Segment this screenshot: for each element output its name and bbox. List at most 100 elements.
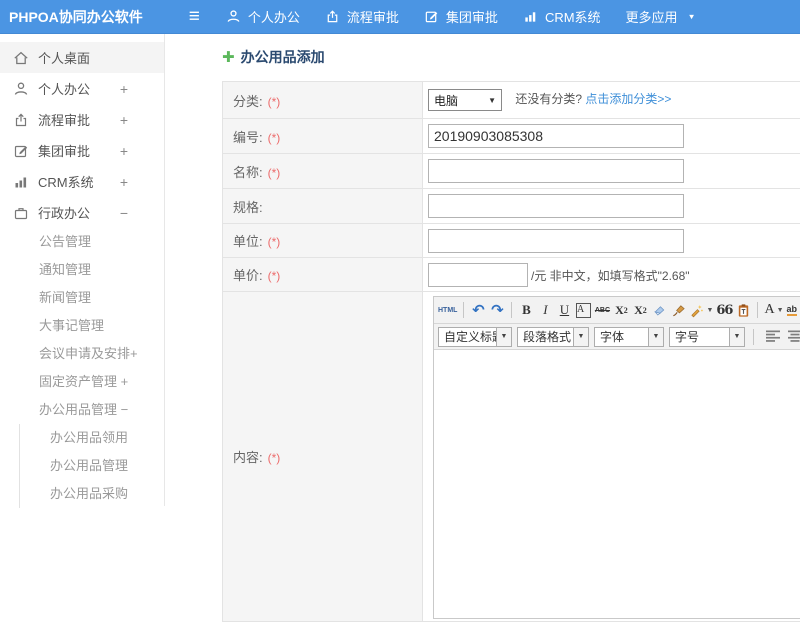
sidebar-subitem-supplies-manage[interactable]: 办公用品管理 xyxy=(20,452,164,480)
bar-chart-icon xyxy=(13,174,29,190)
form-table: 分类:(*) 电脑 ▼ 还没有分类? 点击添加分类>> 编号:(*) xyxy=(222,81,800,622)
unit-input[interactable] xyxy=(428,229,684,253)
sidebar-item-label: 流程审批 xyxy=(38,110,90,129)
price-suffix: /元 非中文，如填写格式"2.68" xyxy=(531,269,690,283)
editor-content-area[interactable] xyxy=(434,350,800,618)
field-label: 分类: xyxy=(233,94,263,109)
paste-as-text-icon[interactable] xyxy=(735,300,751,320)
collapse-minus-icon[interactable]: − xyxy=(120,205,128,221)
form-row-name: 名称:(*) xyxy=(223,154,800,189)
editor-toolbar-row1: HTML ↶ ↷ B I U A ABC X2 X2 xyxy=(434,297,800,324)
office-supplies-submenu: 办公用品领用 办公用品管理 办公用品采购 xyxy=(19,424,164,508)
field-label: 编号: xyxy=(233,130,263,145)
sidebar-item-crm[interactable]: CRM系统 + xyxy=(0,166,164,197)
italic-button[interactable]: I xyxy=(537,300,553,320)
name-input[interactable] xyxy=(428,159,684,183)
top-navbar: PHPOA协同办公软件 ≡ 个人办公 流程审批 集团审批 CRM系统 xyxy=(0,0,800,34)
quick-format-wand-icon[interactable]: ▼ xyxy=(689,300,713,320)
bold-button[interactable]: B xyxy=(518,300,534,320)
sidebar-subitem-meeting[interactable]: 会议申请及安排+ xyxy=(0,340,164,368)
add-category-link[interactable]: 点击添加分类>> xyxy=(585,92,671,106)
sidebar-item-personal-office[interactable]: 个人办公 + xyxy=(0,73,164,104)
eraser-icon[interactable] xyxy=(651,300,667,320)
nav-label: 流程审批 xyxy=(347,7,399,26)
sidebar-item-group-approval[interactable]: 集团审批 + xyxy=(0,135,164,166)
sidebar-item-label: 集团审批 xyxy=(38,141,90,160)
required-mark: (*) xyxy=(268,451,281,465)
expand-plus-icon[interactable]: + xyxy=(120,174,128,190)
form-row-unit: 单位:(*) xyxy=(223,224,800,258)
toolbar-separator xyxy=(511,302,512,318)
blockquote-button[interactable]: 66 xyxy=(716,300,732,320)
required-mark: (*) xyxy=(268,269,281,283)
redo-icon[interactable]: ↷ xyxy=(489,300,505,320)
nav-label: 个人办公 xyxy=(248,7,300,26)
sidebar-subitem-events[interactable]: 大事记管理 xyxy=(0,312,164,340)
sidebar-subitem-announcement[interactable]: 公告管理 xyxy=(0,228,164,256)
field-label: 单价: xyxy=(233,268,263,283)
subscript-button[interactable]: X2 xyxy=(632,300,648,320)
html-source-button[interactable]: HTML xyxy=(438,300,457,320)
select-caret-icon: ▼ xyxy=(729,328,744,346)
app-brand: PHPOA协同办公软件 xyxy=(0,7,143,27)
sidebar-item-process-approval[interactable]: 流程审批 + xyxy=(0,104,164,135)
required-mark: (*) xyxy=(268,235,281,249)
form-row-content: 内容:(*) HTML ↶ ↷ B I U xyxy=(223,292,800,622)
expand-plus-icon[interactable]: + xyxy=(120,112,128,128)
alignment-buttons xyxy=(765,327,800,347)
chevron-down-icon: ▼ xyxy=(706,307,713,314)
font-box-button[interactable]: A xyxy=(576,303,591,318)
sidebar-item-label: CRM系统 xyxy=(38,172,94,191)
spec-input[interactable] xyxy=(428,194,684,218)
toolbar-separator xyxy=(753,329,754,345)
select-caret-icon: ▼ xyxy=(496,328,511,346)
nav-more-apps[interactable]: 更多应用 ▼ xyxy=(626,7,696,26)
superscript-button[interactable]: X2 xyxy=(613,300,629,320)
category-select[interactable]: 电脑 ▼ xyxy=(428,89,502,111)
nav-personal-office[interactable]: 个人办公 xyxy=(226,7,300,26)
nav-group-approval[interactable]: 集团审批 xyxy=(424,7,498,26)
expand-plus-icon[interactable]: + xyxy=(120,81,128,97)
select-caret-icon: ▼ xyxy=(573,328,588,346)
top-nav: 个人办公 流程审批 集团审批 CRM系统 更多应用 ▼ xyxy=(226,7,696,26)
code-input[interactable] xyxy=(428,124,684,148)
font-family-select[interactable]: 字体 ▼ xyxy=(594,327,664,347)
hamburger-menu-icon[interactable]: ≡ xyxy=(189,7,200,26)
nav-process-approval[interactable]: 流程审批 xyxy=(325,7,399,26)
sidebar-subitem-news[interactable]: 新闻管理 xyxy=(0,284,164,312)
expand-plus-icon[interactable]: + xyxy=(120,143,128,159)
align-center-icon[interactable] xyxy=(787,327,800,347)
sidebar-subitem-supplies-purchase[interactable]: 办公用品采购 xyxy=(20,480,164,508)
main-content: ✚ 办公用品添加 分类:(*) 电脑 ▼ 还没有分类? 点击添加分类>> 编号:… xyxy=(165,34,800,506)
custom-heading-select[interactable]: 自定义标题 ▼ xyxy=(438,327,512,347)
font-color-button[interactable]: A ▼ xyxy=(764,300,783,320)
category-hint: 还没有分类? xyxy=(515,92,585,106)
sidebar-subitem-notice[interactable]: 通知管理 xyxy=(0,256,164,284)
toolbar-separator xyxy=(757,302,758,318)
nav-label: 集团审批 xyxy=(446,7,498,26)
sidebar-item-label: 行政办公 xyxy=(38,203,90,222)
select-caret-icon: ▼ xyxy=(648,328,663,346)
sidebar-subitem-fixed-assets[interactable]: 固定资产管理 + xyxy=(0,368,164,396)
chevron-down-icon: ▼ xyxy=(688,12,696,20)
strikethrough-button[interactable]: ABC xyxy=(594,300,610,320)
sidebar-item-desktop[interactable]: 个人桌面 xyxy=(0,42,164,73)
form-row-category: 分类:(*) 电脑 ▼ 还没有分类? 点击添加分类>> xyxy=(223,82,800,119)
paragraph-format-select[interactable]: 段落格式 ▼ xyxy=(517,327,589,347)
format-brush-icon[interactable] xyxy=(670,300,686,320)
sidebar-item-admin-office[interactable]: 行政办公 − xyxy=(0,197,164,228)
sidebar-subitem-supplies-claim[interactable]: 办公用品领用 xyxy=(20,424,164,452)
underline-button[interactable]: U xyxy=(556,300,572,320)
font-size-select[interactable]: 字号 ▼ xyxy=(669,327,745,347)
undo-icon[interactable]: ↶ xyxy=(470,300,486,320)
sidebar-subitem-office-supplies[interactable]: 办公用品管理 − xyxy=(0,396,164,424)
sidebar: 个人桌面 个人办公 + 流程审批 + 集团审批 + xyxy=(0,34,165,506)
highlight-color-button[interactable]: ab ▼ xyxy=(787,300,800,320)
edit-icon xyxy=(424,9,439,24)
editor-toolbar-row2: 自定义标题 ▼ 段落格式 ▼ 字体 ▼ xyxy=(434,324,800,350)
admin-office-submenu: 公告管理 通知管理 新闻管理 大事记管理 会议申请及安排+ 固定资产管理 + 办… xyxy=(0,228,164,508)
nav-crm-system[interactable]: CRM系统 xyxy=(523,7,601,26)
align-left-icon[interactable] xyxy=(765,327,781,347)
nav-label: 更多应用 xyxy=(626,7,678,26)
price-input[interactable] xyxy=(428,263,528,287)
